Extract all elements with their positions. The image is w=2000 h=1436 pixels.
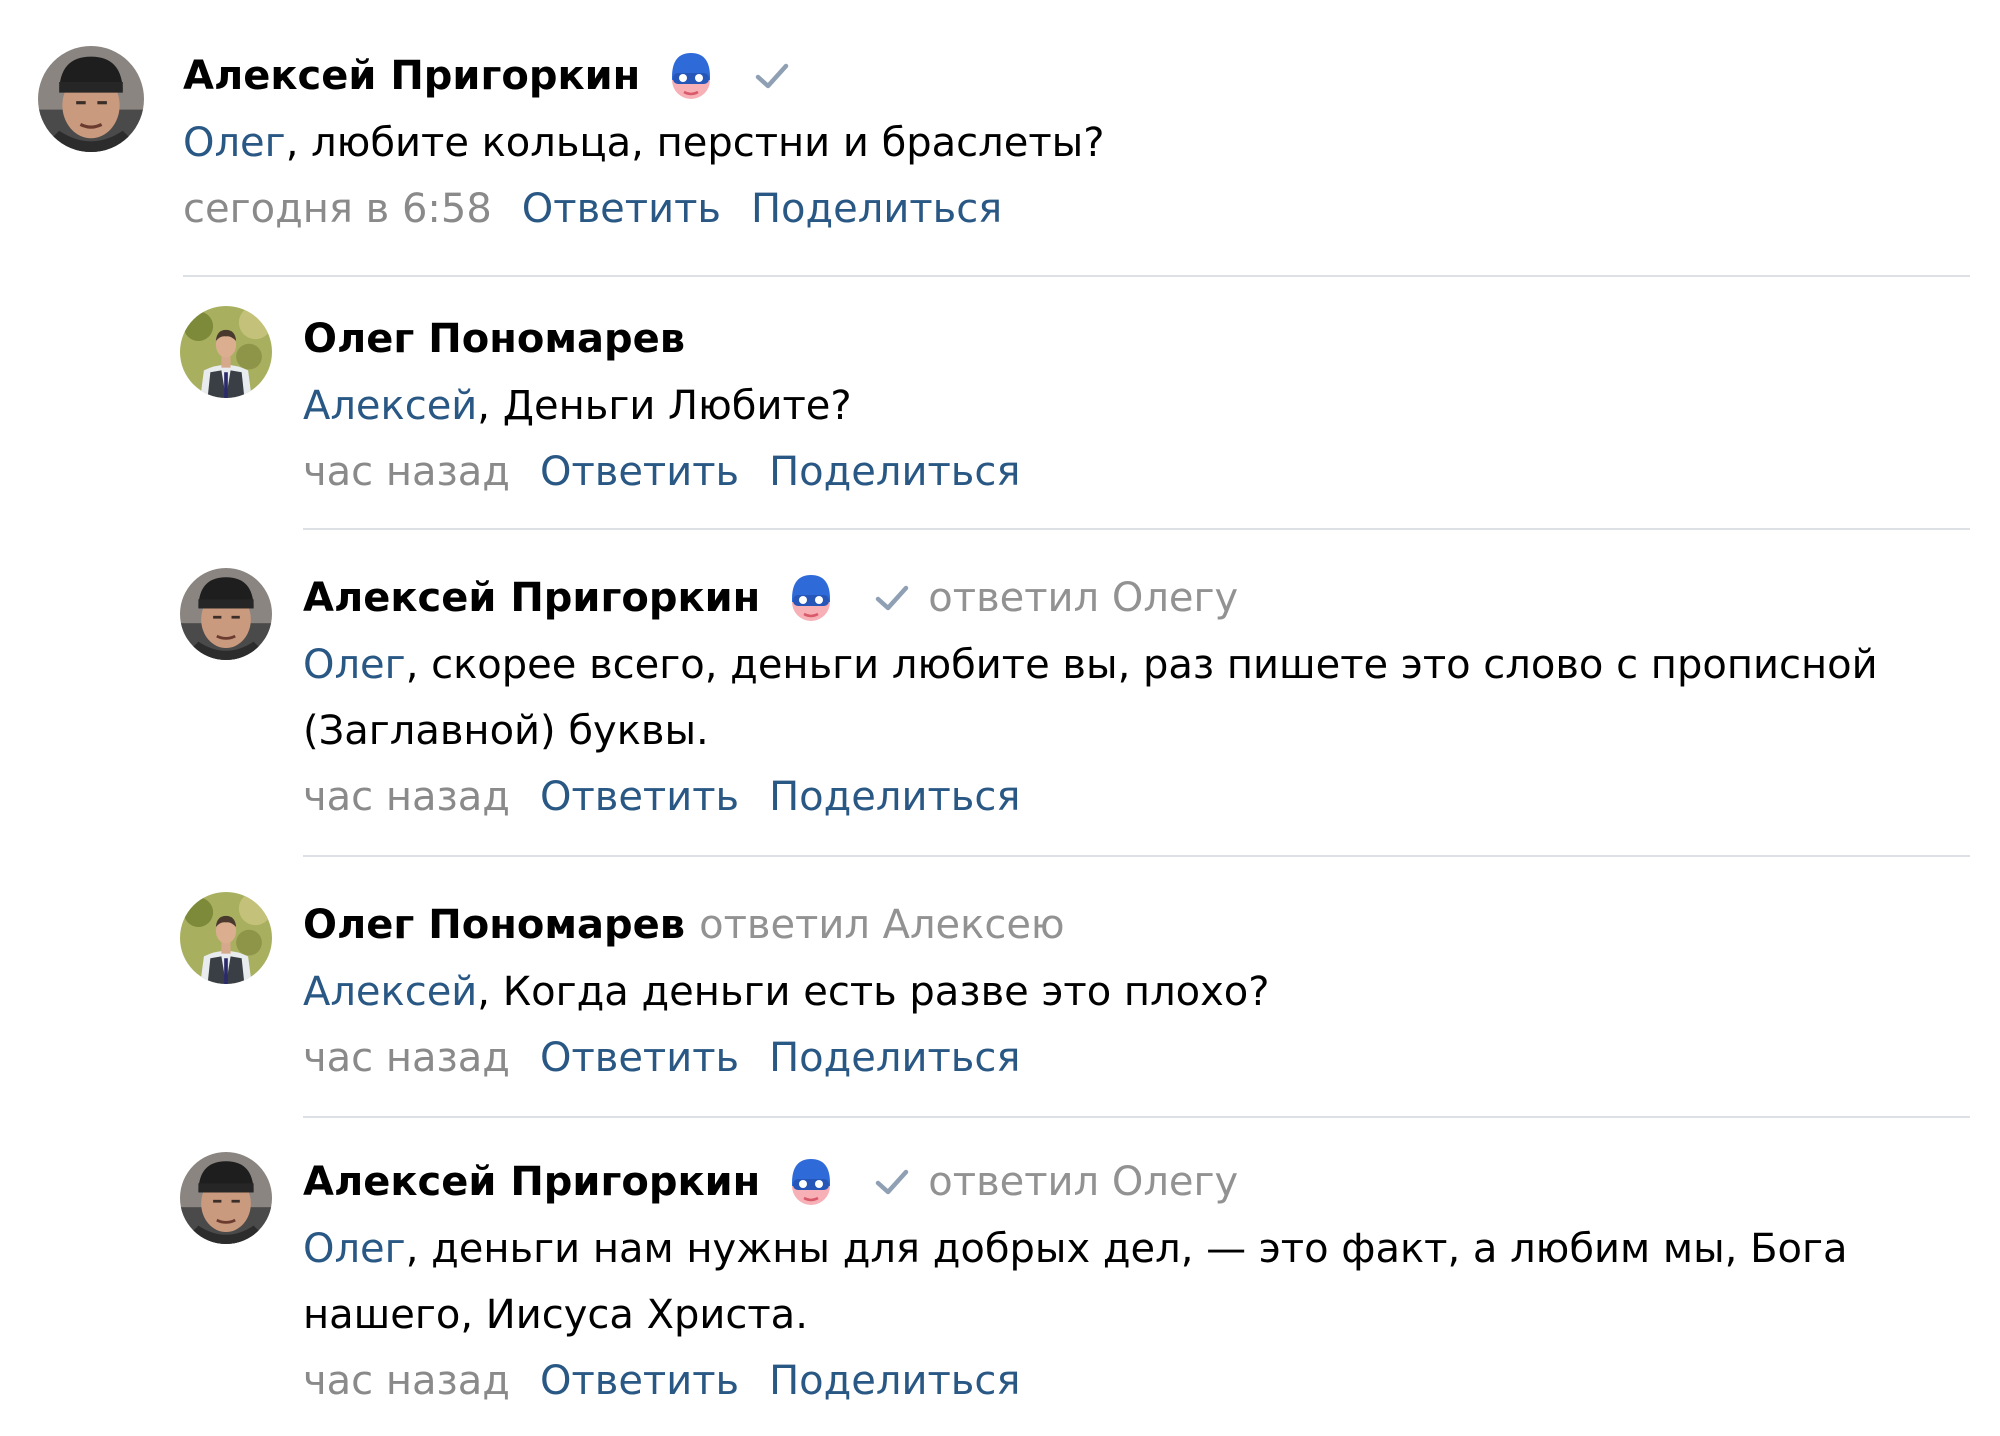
reply-button[interactable]: Ответить <box>540 1035 739 1081</box>
author-name[interactable]: Алексей Пригоркин <box>303 1159 760 1205</box>
avatar[interactable] <box>180 892 272 984</box>
author-name[interactable]: Алексей Пригоркин <box>303 575 760 621</box>
check-icon <box>870 1160 914 1204</box>
comment-body: Алексей Пригоркин Олег, любите кольца, п… <box>183 46 1970 232</box>
comment-message: , Деньги Любите? <box>477 383 852 429</box>
comment-meta: час назад Ответить Поделиться <box>303 774 1970 820</box>
comment-message: , деньги нам нужны для добрых дел, — это… <box>303 1226 1848 1338</box>
comment-body: Олег Пономарев Алексей, Деньги Любите? ч… <box>303 309 1970 495</box>
divider <box>183 275 1970 277</box>
share-button[interactable]: Поделиться <box>751 186 1002 232</box>
reply-button[interactable]: Ответить <box>540 449 739 495</box>
comment-header: Алексей Пригоркин ответил Олегу <box>303 568 1970 628</box>
superhero-mask-badge-icon[interactable] <box>662 47 720 105</box>
author-name[interactable]: Алексей Пригоркин <box>183 53 640 99</box>
check-icon <box>750 54 794 98</box>
replied-to-label[interactable]: ответил Алексею <box>699 902 1065 948</box>
share-button[interactable]: Поделиться <box>769 774 1020 820</box>
mention-link[interactable]: Алексей <box>303 383 477 429</box>
author-name[interactable]: Олег Пономарев <box>303 902 685 948</box>
share-button[interactable]: Поделиться <box>769 1035 1020 1081</box>
comment-thread: Алексей Пригоркин Олег, любите кольца, п… <box>0 0 2000 1436</box>
comment-message: , скорее всего, деньги любите вы, раз пи… <box>303 642 1878 754</box>
comment-header: Олег Пономарев ответил Алексею <box>303 895 1970 955</box>
author-name[interactable]: Олег Пономарев <box>303 316 685 362</box>
comment-header: Алексей Пригоркин <box>183 46 1970 106</box>
comment-text: Олег, любите кольца, перстни и браслеты? <box>183 110 1970 176</box>
avatar[interactable] <box>180 568 272 660</box>
comment-message: , любите кольца, перстни и браслеты? <box>285 120 1105 166</box>
comment-text: Алексей, Когда деньги есть разве это пло… <box>303 959 1970 1025</box>
reply-button[interactable]: Ответить <box>540 774 739 820</box>
comment-text: Олег, деньги нам нужны для добрых дел, —… <box>303 1216 1970 1348</box>
avatar-man-beanie-icon <box>38 46 144 152</box>
comment-meta: час назад Ответить Поделиться <box>303 1035 1970 1081</box>
avatar-man-beanie-icon <box>180 1152 272 1244</box>
comment-body: Алексей Пригоркин ответил Олегу Олег, ск… <box>303 568 1970 820</box>
mention-link[interactable]: Олег <box>303 642 406 688</box>
reply-button[interactable]: Ответить <box>522 186 721 232</box>
mention-link[interactable]: Олег <box>183 120 286 166</box>
share-button[interactable]: Поделиться <box>769 449 1020 495</box>
comment-date[interactable]: сегодня в 6:58 <box>183 186 492 232</box>
divider <box>303 855 1970 857</box>
comment-date[interactable]: час назад <box>303 1358 510 1404</box>
avatar[interactable] <box>180 306 272 398</box>
comment-header: Олег Пономарев <box>303 309 1970 369</box>
comment-header: Алексей Пригоркин ответил Олегу <box>303 1152 1970 1212</box>
avatar-man-suit-icon <box>180 892 272 984</box>
avatar[interactable] <box>38 46 144 152</box>
mention-link[interactable]: Олег <box>303 1226 406 1272</box>
avatar[interactable] <box>180 1152 272 1244</box>
divider <box>303 1116 1970 1118</box>
comment-date[interactable]: час назад <box>303 774 510 820</box>
share-button[interactable]: Поделиться <box>769 1358 1020 1404</box>
avatar-man-beanie-icon <box>180 568 272 660</box>
comment-message: , Когда деньги есть разве это плохо? <box>477 969 1270 1015</box>
avatar-man-suit-icon <box>180 306 272 398</box>
divider <box>303 528 1970 530</box>
comment-meta: сегодня в 6:58 Ответить Поделиться <box>183 186 1970 232</box>
superhero-mask-badge-icon[interactable] <box>782 1153 840 1211</box>
superhero-mask-badge-icon[interactable] <box>782 569 840 627</box>
comment-meta: час назад Ответить Поделиться <box>303 449 1970 495</box>
check-icon <box>870 576 914 620</box>
comment-date[interactable]: час назад <box>303 1035 510 1081</box>
replied-to-label[interactable]: ответил Олегу <box>928 1159 1238 1205</box>
comment-body: Алексей Пригоркин ответил Олегу Олег, де… <box>303 1152 1970 1404</box>
mention-link[interactable]: Алексей <box>303 969 477 1015</box>
comment-text: Олег, скорее всего, деньги любите вы, ра… <box>303 632 1970 764</box>
comment-body: Олег Пономарев ответил Алексею Алексей, … <box>303 895 1970 1081</box>
reply-button[interactable]: Ответить <box>540 1358 739 1404</box>
replied-to-label[interactable]: ответил Олегу <box>928 575 1238 621</box>
comment-meta: час назад Ответить Поделиться <box>303 1358 1970 1404</box>
comment-date[interactable]: час назад <box>303 449 510 495</box>
comment-text: Алексей, Деньги Любите? <box>303 373 1970 439</box>
